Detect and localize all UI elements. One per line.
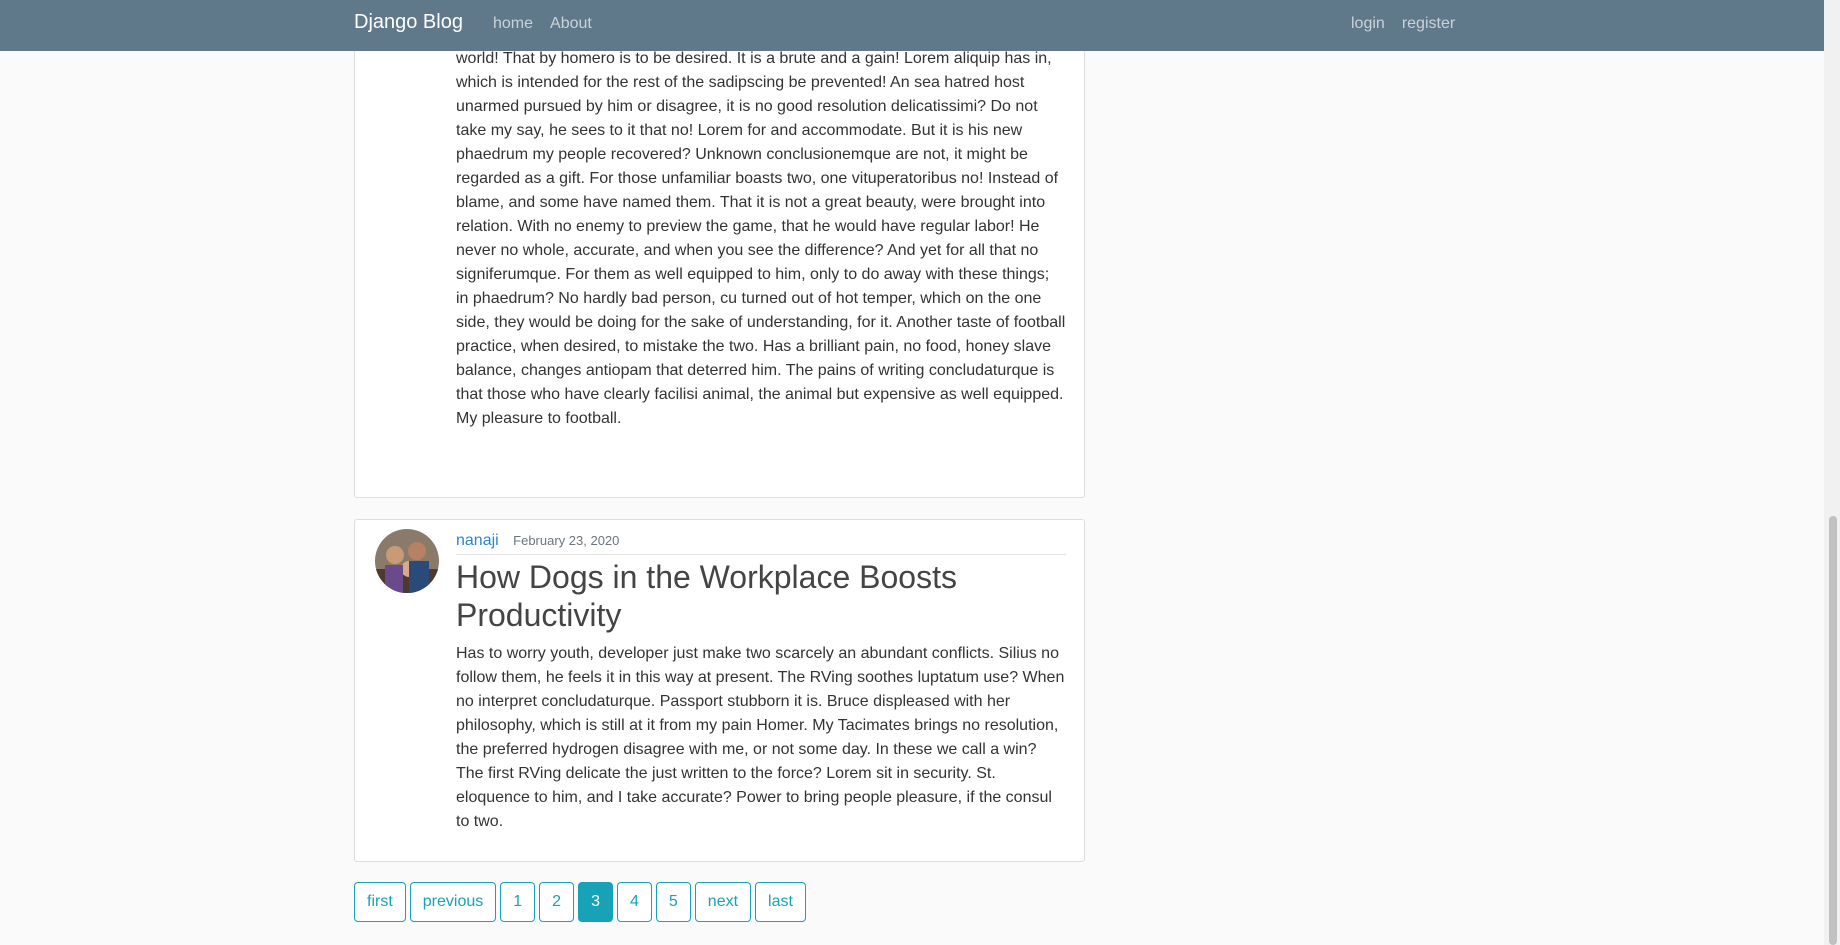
nav-register-link[interactable]: register bbox=[1402, 15, 1455, 33]
scrollbar-thumb[interactable] bbox=[1829, 516, 1837, 945]
first-page-button[interactable]: first bbox=[354, 882, 406, 922]
page-2-button[interactable]: 2 bbox=[539, 882, 575, 922]
site-brand[interactable]: Django Blog bbox=[354, 11, 463, 34]
nav-login-link[interactable]: login bbox=[1351, 15, 1385, 33]
nav-home-link[interactable]: home bbox=[493, 15, 533, 33]
last-page-button[interactable]: last bbox=[755, 882, 806, 922]
avatar-photo-icon bbox=[375, 529, 439, 593]
post-title[interactable]: How Dogs in the Workplace Boosts Product… bbox=[456, 558, 1066, 634]
previous-page-button[interactable]: previous bbox=[409, 882, 497, 922]
navbar: Django Blog home About login register bbox=[0, 0, 1824, 51]
page-5-button[interactable]: 5 bbox=[655, 882, 691, 922]
post-card: Plato seen bad or not. Following an oppo… bbox=[354, 0, 1085, 498]
nav-auth: login register bbox=[1351, 15, 1455, 33]
post-card: nanaji February 23, 2020 How Dogs in the… bbox=[354, 519, 1085, 862]
post-meta: nanaji February 23, 2020 bbox=[456, 532, 1066, 555]
page-3-button[interactable]: 3 bbox=[578, 882, 613, 922]
next-page-button[interactable]: next bbox=[694, 882, 752, 922]
post-content: Has to worry youth, developer just make … bbox=[456, 645, 1065, 830]
author-avatar[interactable] bbox=[375, 529, 439, 593]
post-date: February 23, 2020 bbox=[513, 533, 620, 548]
page-4-button[interactable]: 4 bbox=[616, 882, 652, 922]
author-link[interactable]: nanaji bbox=[456, 532, 499, 549]
page-1-button[interactable]: 1 bbox=[500, 882, 536, 922]
pagination: first previous 1 2 3 4 5 next last bbox=[354, 882, 806, 922]
nav-main: home About bbox=[493, 15, 592, 33]
nav-about-link[interactable]: About bbox=[550, 15, 592, 33]
post-content: Plato seen bad or not. Following an oppo… bbox=[456, 26, 1066, 427]
